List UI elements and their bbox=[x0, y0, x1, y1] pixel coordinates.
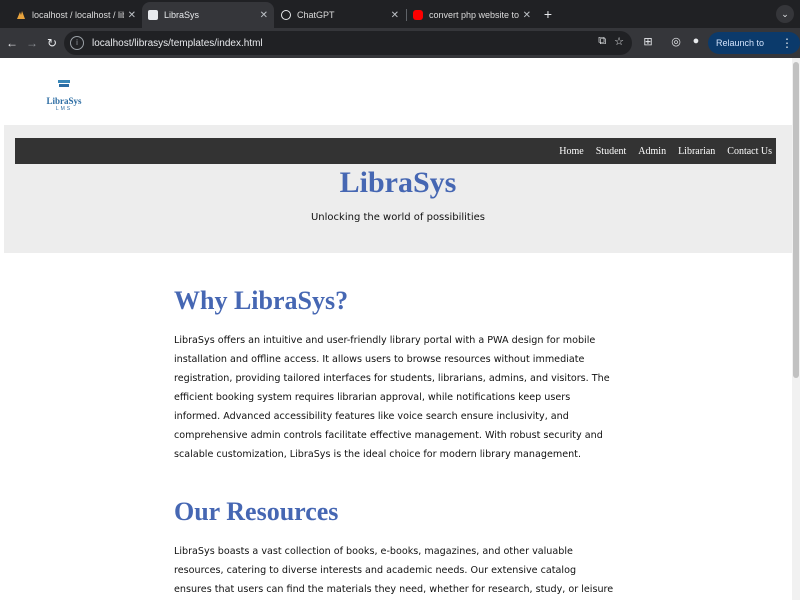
back-button[interactable]: ← bbox=[4, 35, 20, 51]
site-logo[interactable]: LibraSys LMS bbox=[46, 78, 82, 113]
extension-icon[interactable]: ◎ bbox=[668, 35, 684, 48]
new-tab-button[interactable]: + bbox=[541, 6, 555, 22]
hero-tagline: Unlocking the world of possibilities bbox=[310, 212, 485, 223]
logo-name: LibraSys bbox=[46, 96, 82, 106]
section-heading-resources: Our Resources bbox=[174, 497, 339, 526]
chatgpt-icon bbox=[281, 10, 291, 20]
page-scrollbar[interactable] bbox=[792, 58, 800, 600]
tab-search-button[interactable]: ⌄ bbox=[776, 5, 794, 23]
install-app-icon[interactable]: ⧉ bbox=[598, 35, 606, 48]
nav-link-contact[interactable]: Contact Us bbox=[727, 146, 772, 157]
nav-link-student[interactable]: Student bbox=[596, 146, 627, 157]
section-body-resources: LibraSys boasts a vast collection of boo… bbox=[174, 546, 614, 595]
address-bar-actions: ⧉ ☆ bbox=[598, 35, 624, 48]
reload-icon: ↻ bbox=[46, 36, 58, 50]
tab-phpmyadmin[interactable]: localhost / localhost / librarysys ✕ bbox=[10, 4, 142, 26]
site-info-icon[interactable]: i bbox=[70, 36, 84, 50]
tab-chatgpt[interactable]: ChatGPT ✕ bbox=[275, 4, 405, 26]
tab-title: localhost / localhost / librarysys bbox=[32, 10, 124, 20]
books-icon bbox=[58, 80, 70, 87]
arrow-right-icon: → bbox=[26, 36, 38, 50]
tab-title: convert php website to pwa bbox=[429, 10, 519, 20]
reload-button[interactable]: ↻ bbox=[44, 35, 60, 51]
section-heading-why: Why LibraSys? bbox=[174, 286, 349, 315]
extensions-icon[interactable]: ⊞ bbox=[640, 35, 656, 48]
chevron-down-icon: ⌄ bbox=[781, 9, 789, 19]
close-icon[interactable]: ✕ bbox=[260, 10, 268, 21]
address-bar[interactable]: i localhost/librasys/templates/index.htm… bbox=[64, 31, 632, 55]
forward-button[interactable]: → bbox=[24, 35, 40, 51]
tab-strip: localhost / localhost / librarysys ✕ Lib… bbox=[0, 0, 800, 28]
youtube-icon bbox=[413, 10, 423, 20]
nav-link-home[interactable]: Home bbox=[559, 146, 583, 157]
nav-link-admin[interactable]: Admin bbox=[638, 146, 666, 157]
url-text[interactable]: localhost/librasys/templates/index.html bbox=[92, 38, 263, 49]
scrollbar-thumb[interactable] bbox=[793, 62, 799, 378]
section-body-why: LibraSys offers an intuitive and user-fr… bbox=[174, 335, 610, 460]
arrow-left-icon: ← bbox=[6, 36, 18, 50]
tab-title: ChatGPT bbox=[297, 10, 335, 20]
tab-title: LibraSys bbox=[164, 10, 200, 20]
tab-librasys[interactable]: LibraSys ✕ bbox=[142, 2, 274, 28]
nav-link-librarian[interactable]: Librarian bbox=[678, 146, 715, 157]
tab-youtube[interactable]: convert php website to pwa ✕ bbox=[407, 4, 537, 26]
close-icon[interactable]: ✕ bbox=[128, 10, 136, 21]
logo-subtitle: LMS bbox=[55, 106, 73, 112]
profile-icon[interactable]: ● bbox=[688, 35, 704, 47]
page-icon bbox=[148, 10, 158, 20]
close-icon[interactable]: ✕ bbox=[523, 10, 531, 21]
phpmyadmin-icon bbox=[16, 10, 26, 20]
bookmark-star-icon[interactable]: ☆ bbox=[614, 35, 624, 48]
hero-title: LibraSys bbox=[339, 166, 457, 199]
page-viewport: LibraSys LMS Home Student Admin Libraria… bbox=[0, 58, 792, 600]
more-menu-icon[interactable]: ⋮ bbox=[781, 36, 793, 50]
hero-section: Home Student Admin Librarian Contact Us … bbox=[4, 125, 792, 253]
browser-toolbar: ← → ↻ i localhost/librasys/templates/ind… bbox=[0, 28, 800, 70]
close-icon[interactable]: ✕ bbox=[391, 10, 399, 21]
site-navbar: Home Student Admin Librarian Contact Us bbox=[15, 138, 776, 164]
